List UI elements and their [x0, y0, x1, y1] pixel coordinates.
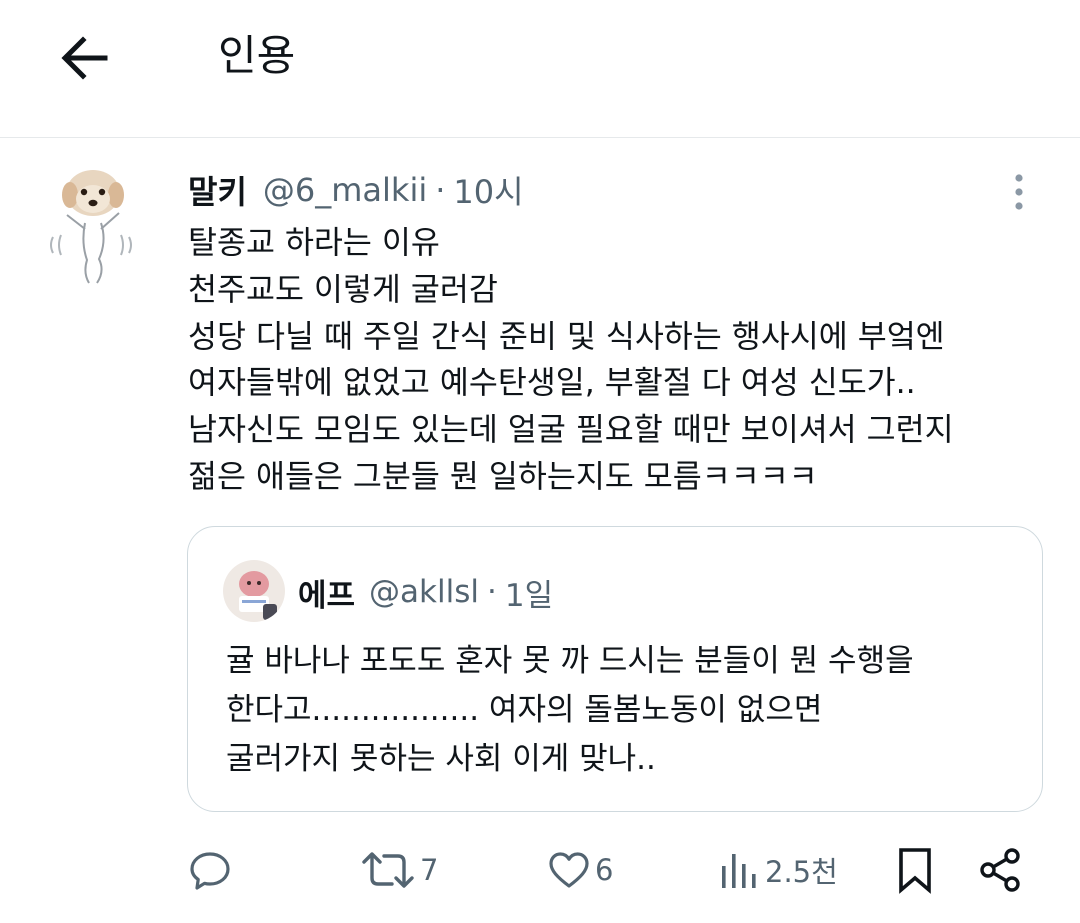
quoted-avatar-image — [223, 560, 285, 622]
post-line: 여자들밖에 없었고 예수탄생일, 부활절 다 여성 신도가.. — [188, 365, 916, 402]
top-bar: 인용 — [0, 0, 1080, 138]
heart-icon — [549, 852, 589, 888]
post-line: 남자신도 모임도 있는데 얼굴 필요할 때만 보이셔서 그런지 — [188, 412, 954, 449]
reply-icon — [190, 852, 230, 890]
author-name[interactable]: 말키 — [188, 167, 247, 213]
post-time[interactable]: 10시 — [453, 167, 523, 213]
post-line: 성당 다닐 때 주일 간식 준비 및 식사하는 행사시에 부엌엔 — [188, 318, 945, 355]
bookmark-button[interactable] — [893, 840, 937, 900]
post-action-bar: 7 6 2.5천 — [0, 840, 1080, 900]
retweet-count: 7 — [420, 853, 439, 887]
like-button[interactable]: 6 — [547, 840, 613, 900]
quoted-author-avatar[interactable] — [223, 560, 285, 622]
quoted-post-line: 귤 바나나 포도도 혼자 못 까 드시는 분들이 뭔 수행을 — [226, 643, 914, 679]
retweet-button[interactable]: 7 — [360, 840, 438, 900]
arrow-left-icon — [61, 36, 108, 80]
quoted-post-line: 굴러가지 못하는 사회 이게 맞나.. — [226, 741, 656, 777]
back-button[interactable] — [55, 28, 115, 88]
post-line: 탈종교 하라는 이유 — [188, 225, 440, 261]
retweet-icon — [362, 852, 414, 888]
post-header: 말키 @6_malkii · 10시 — [188, 168, 524, 212]
quoted-post-header: 에프 @akllsl · 1일 — [298, 570, 553, 615]
views-chart-icon — [722, 854, 756, 888]
author-avatar[interactable] — [45, 165, 135, 290]
author-handle[interactable]: @6_malkii — [263, 171, 427, 209]
views-count: 2.5천 — [765, 855, 838, 889]
quoted-author-name[interactable]: 에프 — [298, 570, 355, 615]
page-title: 인용 — [218, 31, 296, 80]
quoted-author-handle[interactable]: @akllsl — [369, 574, 479, 610]
quoted-post-line: 한다고................. 여자의 돌봄노동이 없으면 — [226, 692, 823, 728]
quoted-post-time[interactable]: 1일 — [505, 570, 553, 615]
more-vertical-icon — [1015, 174, 1023, 210]
share-button[interactable] — [976, 840, 1024, 900]
post-text: 탈종교 하라는 이유 천주교도 이렇게 굴러감 성당 다닐 때 주일 간식 준비… — [188, 220, 1048, 501]
reply-button[interactable] — [188, 840, 232, 900]
separator-dot: · — [435, 171, 446, 209]
views-button[interactable]: 2.5천 — [717, 840, 838, 900]
quoted-post-text: 귤 바나나 포도도 혼자 못 까 드시는 분들이 뭔 수행을 한다고......… — [226, 637, 1016, 784]
bookmark-icon — [899, 848, 931, 894]
post-line: 천주교도 이렇게 굴러감 — [188, 271, 498, 308]
share-icon — [980, 848, 1020, 892]
like-count: 6 — [595, 853, 614, 887]
separator-dot: · — [487, 574, 497, 610]
puppy-avatar-image — [50, 170, 132, 284]
post-line: 젊은 애들은 그분들 뭔 일하는지도 모름ㅋㅋㅋㅋ — [188, 458, 818, 495]
more-options-button[interactable] — [1004, 172, 1034, 212]
quoted-post-card[interactable]: 에프 @akllsl · 1일 귤 바나나 포도도 혼자 못 까 드시는 분들이… — [187, 526, 1043, 812]
